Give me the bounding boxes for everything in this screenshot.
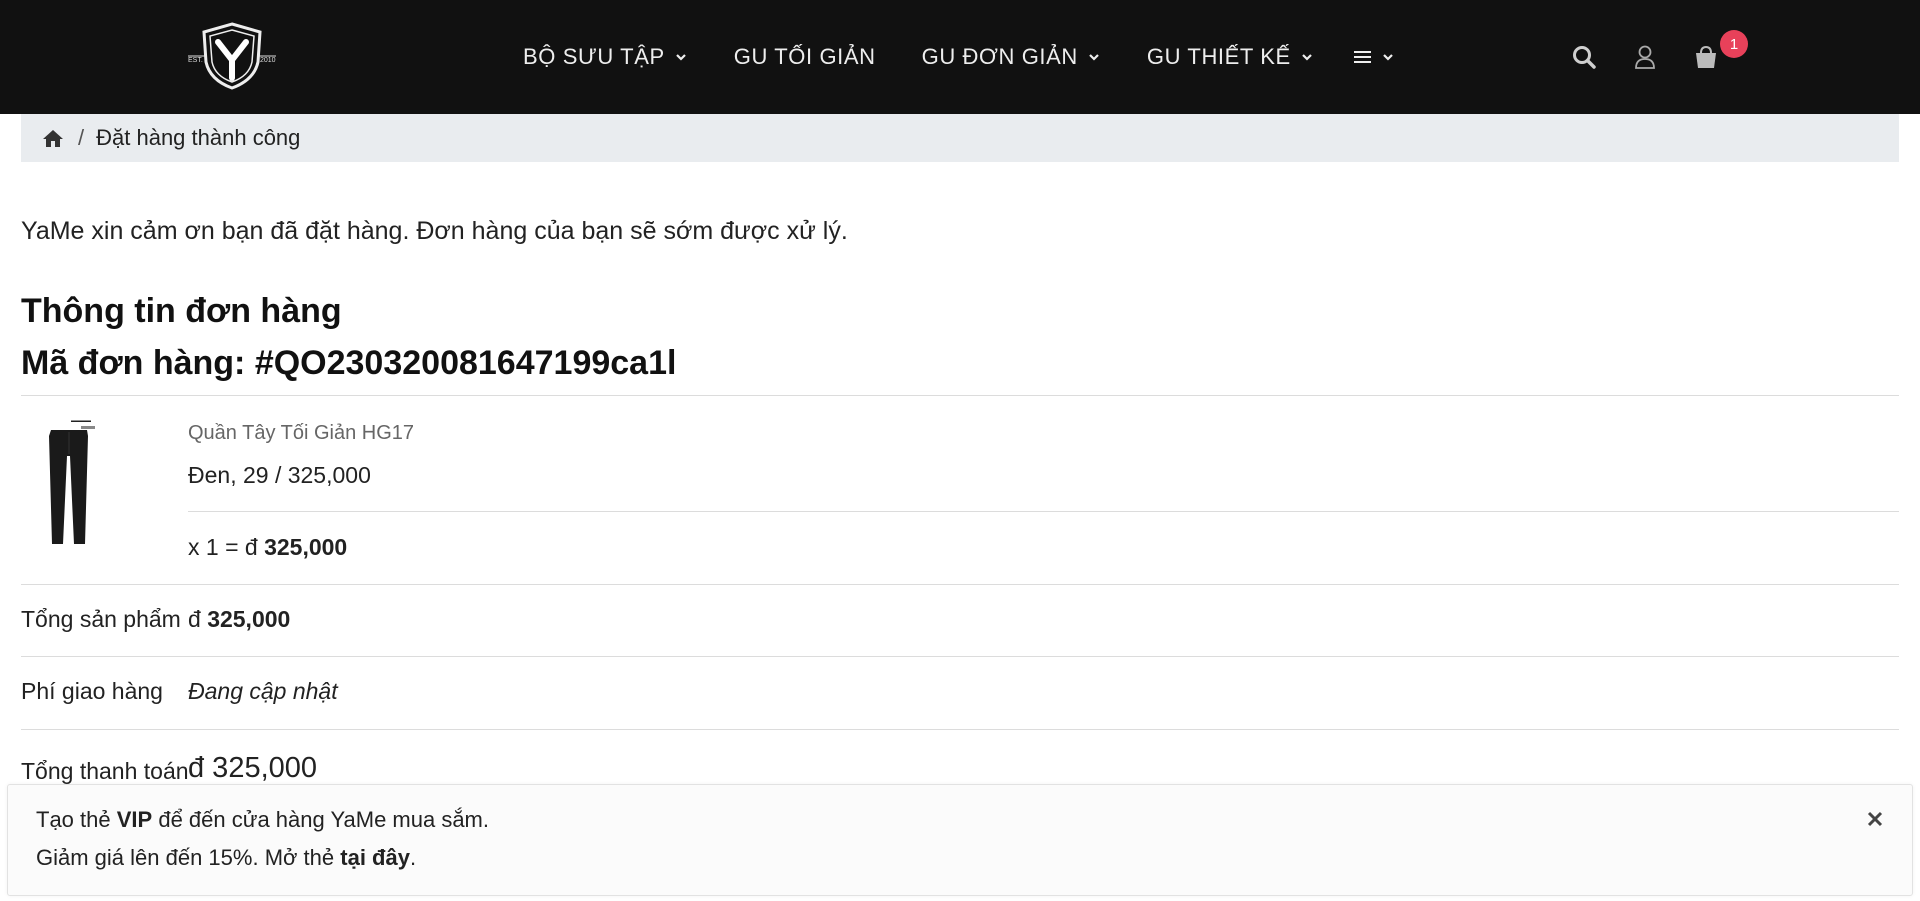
nav-item-collections[interactable]: BỘ SƯU TẬP	[523, 44, 688, 70]
main-nav: BỘ SƯU TẬP GU TỐI GIẢN GU ĐƠN GIẢN GU TH…	[523, 40, 1395, 74]
product-name[interactable]: Quần Tây Tối Giản HG17	[188, 422, 414, 445]
chevron-down-icon	[1383, 54, 1393, 61]
subtotal-amount: 325,000	[207, 606, 291, 632]
shipping-label: Phí giao hàng	[21, 678, 163, 704]
toast-message-line2: Giảm giá lên đến 15%. Mở thẻ tại đây.	[36, 845, 416, 871]
subtotal-value: đ 325,000	[188, 606, 290, 633]
chevron-down-icon	[1089, 54, 1099, 61]
nav-item-design[interactable]: GU THIẾT KẾ	[1147, 44, 1314, 70]
svg-text:▬▬▬▬: ▬▬▬▬	[71, 418, 91, 424]
divider	[21, 584, 1899, 585]
breadcrumb: / Đặt hàng thành công	[21, 114, 1899, 162]
breadcrumb-separator: /	[78, 125, 85, 150]
shipping-value: Đang cập nhật	[188, 678, 338, 704]
brand-logo[interactable]: EST. 2010	[184, 22, 280, 90]
nav-more-menu[interactable]	[1353, 50, 1395, 64]
user-icon[interactable]	[1632, 44, 1658, 70]
thank-you-message: YaMe xin cảm ơn bạn đã đặt hàng. Đơn hàn…	[21, 217, 848, 245]
logo-est: EST.	[188, 57, 203, 64]
toast-text: Tạo thẻ	[36, 807, 111, 832]
toast-vip-text: VIP	[116, 807, 153, 832]
order-code-heading: Mã đơn hàng: #QO230320081647199ca1l	[21, 344, 677, 382]
hamburger-icon	[1353, 51, 1371, 63]
chevron-down-icon	[675, 54, 686, 61]
chevron-down-icon	[1302, 54, 1312, 61]
nav-item-label: BỘ SƯU TẬP	[523, 44, 665, 69]
divider	[188, 511, 1899, 512]
nav-item-label: GU ĐƠN GIẢN	[921, 44, 1078, 69]
cart-count-badge: 1	[1720, 30, 1748, 58]
toast-text: Giảm giá lên đến 15%. Mở thẻ	[36, 845, 335, 870]
toast-message-line1: Tạo thẻ VIP để đến cửa hàng YaMe mua sắm…	[36, 807, 489, 833]
close-icon[interactable]	[1866, 810, 1884, 828]
product-quantity-line: x 1 = đ 325,000	[188, 534, 347, 561]
nav-item-label: GU THIẾT KẾ	[1146, 44, 1291, 69]
divider	[21, 729, 1899, 730]
total-label: Tổng thanh toán	[21, 758, 189, 784]
nav-item-label: GU TỐI GIẢN	[733, 44, 876, 69]
home-icon[interactable]	[42, 128, 64, 148]
total-value: đ 325,000	[188, 752, 318, 784]
cart-icon[interactable]	[1693, 44, 1719, 70]
logo-year: 2010	[260, 57, 276, 64]
nav-item-simple[interactable]: GU ĐƠN GIẢN	[922, 44, 1101, 70]
order-info-heading: Thông tin đơn hàng	[21, 292, 342, 330]
toast-text: .	[409, 845, 417, 870]
header-actions	[1571, 44, 1719, 70]
subtotal-label: Tổng sản phẩm	[21, 606, 181, 632]
site-header: EST. 2010 BỘ SƯU TẬP GU TỐI GIẢN GU ĐƠN …	[0, 0, 1920, 114]
quantity-prefix: x 1 = đ	[188, 534, 258, 560]
vip-card-toast: Tạo thẻ VIP để đến cửa hàng YaMe mua sắm…	[7, 784, 1913, 896]
toast-text: để đến cửa hàng YaMe mua sắm.	[158, 807, 489, 832]
nav-item-minimal[interactable]: GU TỐI GIẢN	[734, 44, 876, 70]
search-icon[interactable]	[1571, 44, 1597, 70]
divider	[21, 395, 1899, 396]
product-image[interactable]: ▬▬▬▬	[41, 416, 97, 546]
line-total: 325,000	[264, 534, 348, 560]
currency-symbol: đ	[188, 606, 201, 632]
breadcrumb-current: Đặt hàng thành công	[96, 125, 301, 150]
product-variant: Đen, 29 / 325,000	[188, 462, 371, 488]
open-card-link[interactable]: tại đây	[340, 845, 410, 870]
divider	[21, 656, 1899, 657]
